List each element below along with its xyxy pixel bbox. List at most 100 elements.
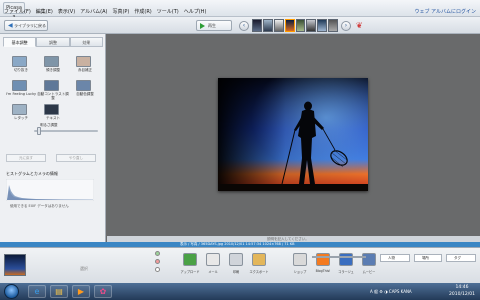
ie-icon[interactable]: e (28, 285, 46, 298)
previous-photo-button[interactable]: ‹ (239, 21, 249, 31)
picasa-icon[interactable]: ✿ (94, 285, 112, 298)
back-to-library-button[interactable]: ◀ ライブラリに戻る (4, 20, 48, 31)
places-button[interactable]: 場所 (414, 254, 442, 262)
upload-icon (183, 253, 197, 266)
filmstrip-thumb[interactable] (328, 19, 338, 32)
tray-hold-tools (155, 251, 161, 279)
edit-tool-label: 自動コントラスト調整 (37, 92, 69, 100)
redo-button[interactable]: やり直し (56, 154, 96, 162)
back-to-library-label: ライブラリに戻る (14, 23, 46, 28)
text-icon (44, 104, 59, 115)
play-label: 再生 (208, 23, 216, 28)
edit-tool-button[interactable]: テキスト (38, 104, 68, 124)
menu-item[interactable]: 表示(V) (58, 8, 75, 15)
edit-tool-button[interactable]: I'm Feeling Lucky (6, 80, 36, 100)
tray-action-label: ショップ (293, 270, 307, 274)
tray-action-button[interactable]: 印刷 (226, 252, 246, 280)
fill-light-slider[interactable] (34, 130, 98, 132)
edit-tool-label: テキスト (46, 116, 60, 120)
edit-tabs: 基本調整 調整 効果 (3, 37, 103, 47)
tray-photo-thumb[interactable] (4, 254, 26, 276)
menu-item[interactable]: ツール(T) (157, 8, 179, 15)
share-icon[interactable]: ❦ (356, 21, 366, 30)
clock[interactable]: 14:46 2010/12/01 (445, 284, 479, 298)
movie-icon (362, 253, 376, 266)
edit-tool-button[interactable]: レタッチ (6, 104, 36, 124)
edit-tools-grid: 切り抜き 傾き調整 赤目補正 I'm Feeling Lucky 自動コントラスト調整 自… (6, 56, 100, 124)
redeye-icon (76, 56, 91, 67)
edit-tool-button[interactable]: 自動コントラスト調整 (37, 80, 69, 100)
edit-tool-label: 自動色調整 (76, 92, 94, 96)
edit-tool-button[interactable]: 傾き調整 (38, 56, 68, 76)
next-photo-button[interactable]: › (341, 21, 351, 31)
arrow-left-icon: ‹ (242, 22, 246, 29)
menu-item[interactable]: アルバム(A) (80, 8, 107, 15)
toolbar: ◀ ライブラリに戻る 再生 ‹ › ❦ (0, 17, 480, 34)
filmstrip-thumb[interactable] (317, 19, 328, 32)
clear-icon[interactable] (155, 259, 160, 264)
edit-panel: 基本調整 調整 効果 切り抜き 傾き調整 赤目補正 I'm Feeling Lucky… (0, 34, 106, 242)
menu-item[interactable]: 作成(R) (134, 8, 151, 15)
menu-item[interactable]: ファイル(F) (4, 8, 31, 15)
hold-icon[interactable] (155, 251, 160, 256)
menu-item[interactable]: 写真(P) (112, 8, 129, 15)
tray-action-label: BlogThis! (315, 269, 331, 273)
arrow-right-icon: › (344, 22, 348, 29)
edit-tool-button[interactable]: 自動色調整 (70, 80, 100, 100)
photo-tray: 選択 アップロード メール 印刷 エクスポート ショップ BlogThis! コラージュ ム… (0, 247, 480, 283)
edit-tool-label: レタッチ (14, 116, 28, 120)
tray-action-button[interactable]: メール (203, 252, 223, 280)
slideshow-play-button[interactable]: 再生 (196, 20, 232, 31)
photo[interactable] (218, 78, 368, 191)
tab-effects[interactable]: 効果 (69, 37, 103, 47)
tab-tuning[interactable]: 調整 (36, 37, 70, 47)
web-album-login-link[interactable]: ウェブ アルバムにログイン (414, 8, 476, 15)
auto-color-icon (76, 80, 91, 91)
histogram (6, 179, 94, 201)
straighten-icon (44, 56, 59, 67)
tray-action-button[interactable]: ショップ (290, 252, 310, 280)
lucky-icon (12, 80, 27, 91)
export-icon (252, 253, 266, 266)
start-button[interactable] (4, 284, 19, 299)
histogram-title: ヒストグラムとカメラの情報 (6, 171, 58, 176)
menu-item[interactable]: 編集(E) (36, 8, 53, 15)
filmstrip-thumb[interactable] (252, 19, 262, 32)
tray-action-label: アップロード (180, 270, 200, 274)
people-button[interactable]: 人物 (380, 254, 410, 262)
retouch-icon (12, 104, 27, 115)
filmstrip-thumb[interactable] (295, 19, 306, 32)
undo-button[interactable]: 元に戻す (6, 154, 46, 162)
edit-tool-button[interactable]: 切り抜き (6, 56, 36, 76)
tab-basic-fixes[interactable]: 基本調整 (3, 37, 37, 47)
shop-icon (293, 253, 307, 266)
edit-tool-label: 切り抜き (14, 68, 28, 72)
filmstrip-thumb[interactable] (273, 19, 284, 32)
zoom-slider[interactable] (312, 256, 366, 258)
picasa-window: Picasa 3 ファイル(F)編集(E)表示(V)アルバム(A)写真(P)作成… (0, 0, 480, 300)
arrow-left-icon: ◀ (8, 22, 13, 29)
edit-tool-label: I'm Feeling Lucky (5, 92, 37, 96)
tray-action-label: エクスポート (249, 270, 269, 274)
menu-bar: Picasa 3 ファイル(F)編集(E)表示(V)アルバム(A)写真(P)作成… (0, 0, 480, 21)
photo-viewer (107, 34, 480, 242)
system-tray: A 般 ⚙ ◑ CAPS KANA (370, 289, 412, 294)
explorer-icon[interactable]: ▤ (50, 285, 68, 298)
tray-action-button[interactable]: エクスポート (249, 252, 269, 280)
crop-icon (12, 56, 27, 67)
edit-tool-button[interactable]: 赤目補正 (70, 56, 100, 76)
add-to-album-icon[interactable] (155, 267, 160, 272)
media-player-icon[interactable]: ▶ (72, 285, 90, 298)
collage-icon (339, 253, 353, 266)
filmstrip-thumb-selected[interactable] (284, 19, 295, 32)
menu-item[interactable]: ヘルプ(H) (184, 8, 207, 15)
filmstrip-thumb[interactable] (262, 19, 273, 32)
filmstrip-thumb[interactable] (306, 19, 317, 32)
tray-action-label: ムービー (362, 270, 376, 274)
tray-action-label: メール (208, 270, 218, 274)
blogger-icon (316, 253, 330, 266)
play-icon (200, 23, 205, 29)
fill-light-slider-thumb[interactable] (37, 127, 41, 135)
tags-button[interactable]: タグ (446, 254, 476, 262)
tray-action-button[interactable]: アップロード (180, 252, 200, 280)
